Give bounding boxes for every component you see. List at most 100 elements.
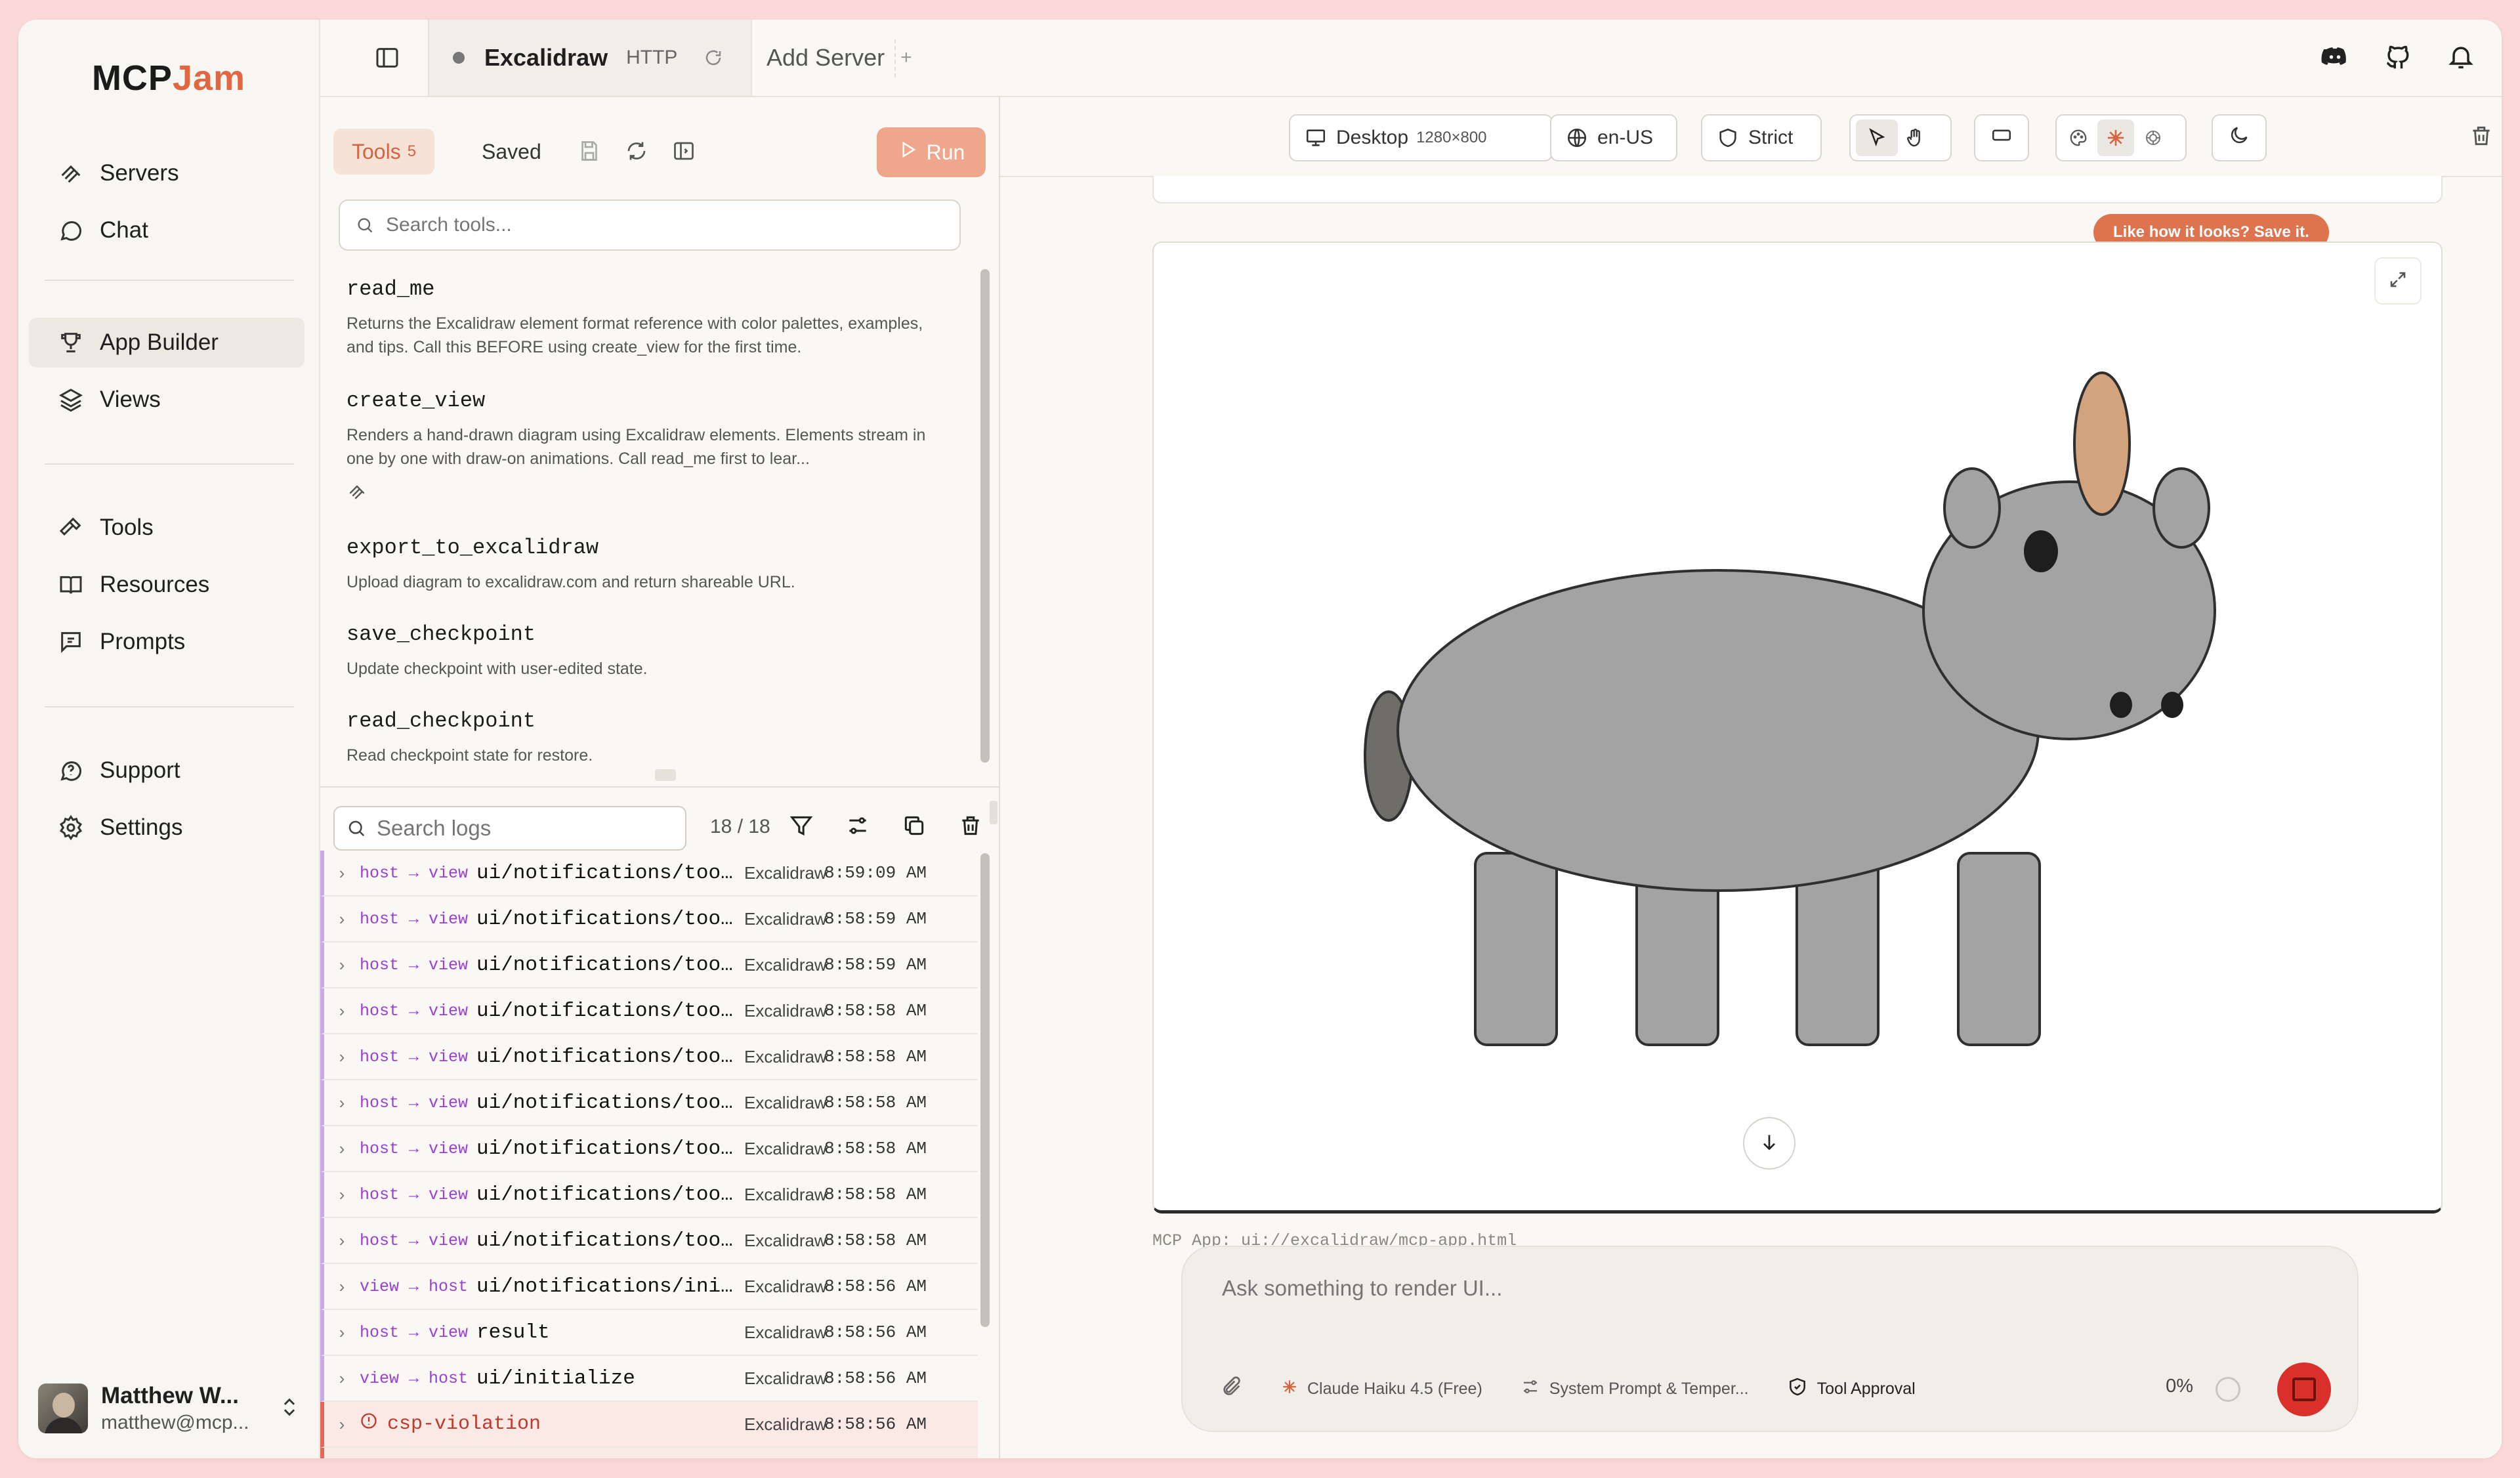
- gear-icon: [58, 814, 87, 841]
- play-icon: [898, 140, 917, 165]
- log-row[interactable]: › host → view ui/notifications/tool… Excali…: [320, 851, 978, 897]
- github-icon[interactable]: [2384, 42, 2412, 74]
- tool-approval-label: Tool Approval: [1816, 1379, 1916, 1398]
- system-prompt-label: System Prompt & Temper...: [1549, 1379, 1749, 1398]
- excalidraw-drawing[interactable]: [1154, 243, 2441, 1210]
- pointer-icon[interactable]: [1856, 119, 1898, 156]
- locale-selector[interactable]: en-US: [1550, 114, 1677, 161]
- tab-saved[interactable]: Saved: [482, 129, 541, 175]
- tool-item-read-checkpoint[interactable]: read_checkpoint Read checkpoint state fo…: [346, 709, 944, 767]
- sidebar-item-support[interactable]: Support: [29, 746, 304, 795]
- log-row[interactable]: › host → view ui/notifications/tool… Excali…: [320, 988, 978, 1034]
- log-row[interactable]: › host → view ui/notifications/tool… Excali…: [320, 1080, 978, 1126]
- search-logs-input[interactable]: [375, 815, 680, 841]
- system-prompt-button[interactable]: System Prompt & Temper...: [1521, 1377, 1749, 1401]
- log-row[interactable]: › host → view ui/notifications/tool… Excali…: [320, 1172, 978, 1218]
- sidebar-toggle-icon[interactable]: [374, 45, 400, 74]
- chevron-right-icon[interactable]: ›: [324, 1231, 360, 1251]
- log-message: ui/notifications/tool…: [476, 861, 736, 885]
- copy-icon[interactable]: [902, 813, 927, 841]
- resize-handle-vertical[interactable]: [990, 801, 998, 824]
- sidebar-item-views[interactable]: Views: [29, 375, 304, 425]
- log-row[interactable]: › view → host ui/notifications/init… Excali…: [320, 1264, 978, 1310]
- trash-preview-icon[interactable]: [2469, 123, 2494, 152]
- chevron-right-icon[interactable]: ›: [324, 955, 360, 975]
- tool-approval-toggle[interactable]: Tool Approval: [1787, 1376, 1916, 1402]
- arrow-down-icon: [1759, 1131, 1780, 1156]
- tool-item-create-view[interactable]: create_view Renders a hand-drawn diagram…: [346, 389, 944, 505]
- log-row[interactable]: › host → view ui/notifications/tool… Excali…: [320, 1034, 978, 1080]
- sidebar-item-app-builder[interactable]: App Builder: [29, 318, 304, 368]
- sliders-icon[interactable]: [845, 813, 870, 841]
- hand-icon[interactable]: [1904, 127, 1925, 148]
- chevron-right-icon[interactable]: ›: [324, 909, 360, 929]
- log-row[interactable]: › host → view ui/notifications/tool… Excali…: [320, 1218, 978, 1264]
- log-row[interactable]: › host → view ui/notifications/tool… Excali…: [320, 897, 978, 942]
- log-row[interactable]: ›csp-violationExcalidraw8:58:56 AM: [320, 1402, 978, 1448]
- palette-icon[interactable]: [2068, 128, 2088, 148]
- chevron-right-icon[interactable]: ›: [324, 1322, 360, 1343]
- tool-item-read-me[interactable]: read_me Returns the Excalidraw element f…: [346, 277, 944, 359]
- refresh-icon[interactable]: [704, 48, 723, 68]
- tool-item-export-to-excalidraw[interactable]: export_to_excalidraw Upload diagram to e…: [346, 536, 944, 594]
- sidebar-item-chat[interactable]: Chat: [29, 205, 304, 255]
- chat-input[interactable]: [1221, 1275, 2273, 1317]
- sidebar-item-servers[interactable]: Servers: [29, 148, 304, 198]
- sidebar-item-resources[interactable]: Resources: [29, 560, 304, 610]
- log-row[interactable]: › view → host ui/initialize Excalidraw 8:58:…: [320, 1356, 978, 1402]
- bell-icon[interactable]: [2446, 42, 2475, 74]
- scroll-down-button[interactable]: [1743, 1117, 1796, 1170]
- dark-mode-toggle[interactable]: [2212, 114, 2267, 161]
- search-tools-input[interactable]: [385, 213, 952, 237]
- sidebar-item-settings[interactable]: Settings: [29, 803, 304, 853]
- frame-toggle[interactable]: [1974, 114, 2029, 161]
- claude-icon[interactable]: [2097, 119, 2134, 156]
- tool-item-save-checkpoint[interactable]: save_checkpoint Update checkpoint with u…: [346, 622, 944, 681]
- openai-icon[interactable]: [2143, 128, 2163, 148]
- logo-text-b: Jam: [172, 58, 246, 98]
- run-label: Run: [926, 140, 965, 164]
- device-selector[interactable]: Desktop 1280×800: [1289, 114, 1553, 161]
- log-direction: host → view: [360, 1231, 469, 1250]
- chevron-right-icon[interactable]: ›: [324, 1277, 360, 1297]
- app-preview-frame[interactable]: [1152, 242, 2443, 1214]
- search-logs-field[interactable]: [333, 806, 686, 851]
- log-time: 8:58:56 AM: [824, 1277, 927, 1296]
- panel-collapse-icon[interactable]: [672, 139, 696, 166]
- tools-scrollbar[interactable]: [980, 269, 990, 763]
- trash-icon[interactable]: [958, 813, 983, 841]
- chevron-right-icon[interactable]: ›: [324, 1001, 360, 1021]
- preview-toolbar: Desktop 1280×800 en-US Strict: [1000, 97, 2502, 177]
- sidebar-item-prompts[interactable]: Prompts: [29, 617, 304, 667]
- chevron-right-icon[interactable]: ›: [324, 1368, 360, 1389]
- sidebar-item-tools[interactable]: Tools: [29, 503, 304, 553]
- tab-tools[interactable]: Tools 5: [333, 129, 435, 175]
- chevron-right-icon[interactable]: ›: [324, 1093, 360, 1113]
- save-icon[interactable]: [578, 139, 601, 166]
- chevron-right-icon[interactable]: ›: [324, 863, 360, 883]
- log-row[interactable]: › host → view ui/notifications/tool… Excali…: [320, 1126, 978, 1172]
- discord-icon[interactable]: [2320, 42, 2349, 74]
- user-menu[interactable]: Matthew W... matthew@mcp...: [38, 1378, 301, 1439]
- app-logo[interactable]: MCPJam: [18, 58, 319, 98]
- chevron-right-icon[interactable]: ›: [324, 1185, 360, 1205]
- model-selector[interactable]: Claude Haiku 4.5 (Free): [1281, 1378, 1482, 1400]
- refresh-tools-icon[interactable]: [625, 139, 648, 166]
- chevron-right-icon[interactable]: ›: [324, 1047, 360, 1067]
- filter-icon[interactable]: [789, 813, 814, 841]
- log-row[interactable]: › host → view result Excalidraw 8:58:56 AM: [320, 1310, 978, 1356]
- run-button[interactable]: Run: [877, 127, 986, 177]
- log-row[interactable]: › host → view ui/notifications/tool… Excali…: [320, 942, 978, 988]
- stop-button[interactable]: [2277, 1362, 2331, 1416]
- add-server-button[interactable]: Add Server +: [766, 20, 912, 96]
- resize-handle-horizontal[interactable]: [655, 769, 676, 781]
- attach-button[interactable]: [1221, 1376, 1243, 1403]
- previous-preview-card: [1152, 176, 2443, 203]
- csp-selector[interactable]: Strict: [1701, 114, 1822, 161]
- tab-server-excalidraw[interactable]: Excalidraw HTTP: [428, 20, 752, 96]
- chevron-right-icon[interactable]: ›: [324, 1139, 360, 1159]
- search-tools-field[interactable]: [339, 200, 961, 251]
- log-row[interactable]: ›csp-violationExcalidraw8:58:56 AM: [320, 1448, 978, 1458]
- chevron-right-icon[interactable]: ›: [324, 1414, 360, 1435]
- logs-scrollbar[interactable]: [980, 853, 990, 1327]
